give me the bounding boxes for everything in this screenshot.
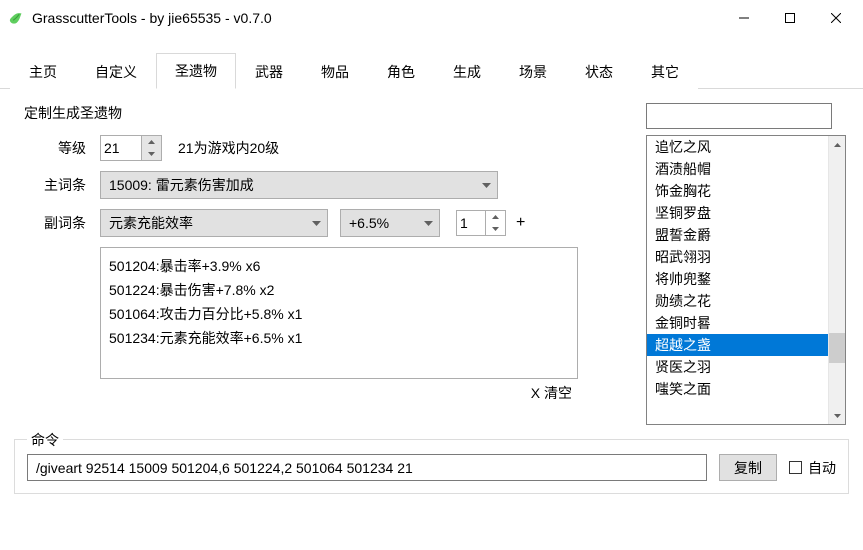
checkbox-icon (789, 461, 802, 474)
level-down[interactable] (142, 148, 161, 160)
tab[interactable]: 武器 (236, 54, 302, 89)
count-up[interactable] (486, 211, 505, 223)
level-note: 21为游戏内20级 (178, 138, 279, 158)
list-item[interactable]: 将帅兜鍪 (647, 268, 828, 290)
add-substat-button[interactable]: + (516, 214, 525, 232)
section-title: 定制生成圣遗物 (24, 103, 636, 123)
tab-bar: 主页自定义圣遗物武器物品角色生成场景状态其它 (0, 36, 863, 89)
list-item[interactable]: 追忆之风 (647, 136, 828, 158)
mainstat-select[interactable]: 15009: 雷元素伤害加成 (100, 171, 498, 199)
list-item[interactable]: 贤医之羽 (647, 356, 828, 378)
count-spinner[interactable] (456, 210, 506, 236)
list-item[interactable]: 饰金胸花 (647, 180, 828, 202)
tab[interactable]: 生成 (434, 54, 500, 89)
chevron-down-icon (417, 221, 439, 226)
substat-name-select[interactable]: 元素充能效率 (100, 209, 328, 237)
list-item[interactable]: 昭武翎羽 (647, 246, 828, 268)
tab[interactable]: 物品 (302, 54, 368, 89)
count-down[interactable] (486, 223, 505, 235)
copy-button[interactable]: 复制 (719, 454, 777, 481)
command-fieldset: 命令 复制 自动 (14, 439, 849, 494)
tab[interactable]: 主页 (10, 54, 76, 89)
level-up[interactable] (142, 136, 161, 148)
tab[interactable]: 其它 (632, 54, 698, 89)
list-item[interactable]: 金铜时晷 (647, 312, 828, 334)
level-label: 等级 (16, 138, 86, 158)
window-title: GrasscutterTools - by jie65535 - v0.7.0 (32, 10, 721, 26)
tab[interactable]: 自定义 (76, 54, 156, 89)
scroll-thumb[interactable] (829, 333, 845, 363)
tab[interactable]: 状态 (566, 54, 632, 89)
artifact-listbox: 追忆之风酒渍船帽饰金胸花坚铜罗盘盟誓金爵昭武翎羽将帅兜鍪勋绩之花金铜时晷超越之盏… (646, 135, 846, 425)
substat-textarea[interactable]: 501204:暴击率+3.9% x6 501224:暴击伤害+7.8% x2 5… (100, 247, 578, 379)
list-item[interactable]: 超越之盏 (647, 334, 828, 356)
list-item[interactable]: 盟誓金爵 (647, 224, 828, 246)
tab[interactable]: 圣遗物 (156, 53, 236, 89)
auto-checkbox[interactable]: 自动 (789, 458, 836, 478)
mainstat-label: 主词条 (16, 175, 86, 195)
minimize-button[interactable] (721, 3, 767, 33)
scrollbar[interactable] (828, 136, 845, 424)
maximize-button[interactable] (767, 3, 813, 33)
close-button[interactable] (813, 3, 859, 33)
list-item[interactable]: 嗤笑之面 (647, 378, 828, 400)
command-legend: 命令 (27, 430, 63, 450)
list-item[interactable]: 坚铜罗盘 (647, 202, 828, 224)
list-item[interactable]: 勋绩之花 (647, 290, 828, 312)
substat-value-select[interactable]: +6.5% (340, 209, 440, 237)
artifact-search-input[interactable] (646, 103, 832, 129)
command-input[interactable] (27, 454, 707, 481)
clear-button[interactable]: X 清空 (100, 379, 578, 403)
count-input[interactable] (457, 211, 485, 235)
titlebar: GrasscutterTools - by jie65535 - v0.7.0 (0, 0, 863, 36)
tab[interactable]: 场景 (500, 54, 566, 89)
level-input[interactable] (101, 136, 141, 160)
tab[interactable]: 角色 (368, 54, 434, 89)
level-spinner[interactable] (100, 135, 162, 161)
substat-label: 副词条 (16, 213, 86, 233)
chevron-down-icon (305, 221, 327, 226)
chevron-down-icon (475, 183, 497, 188)
scroll-up-button[interactable] (829, 136, 845, 153)
scroll-down-button[interactable] (829, 407, 845, 424)
list-item[interactable]: 酒渍船帽 (647, 158, 828, 180)
app-icon (8, 9, 26, 27)
